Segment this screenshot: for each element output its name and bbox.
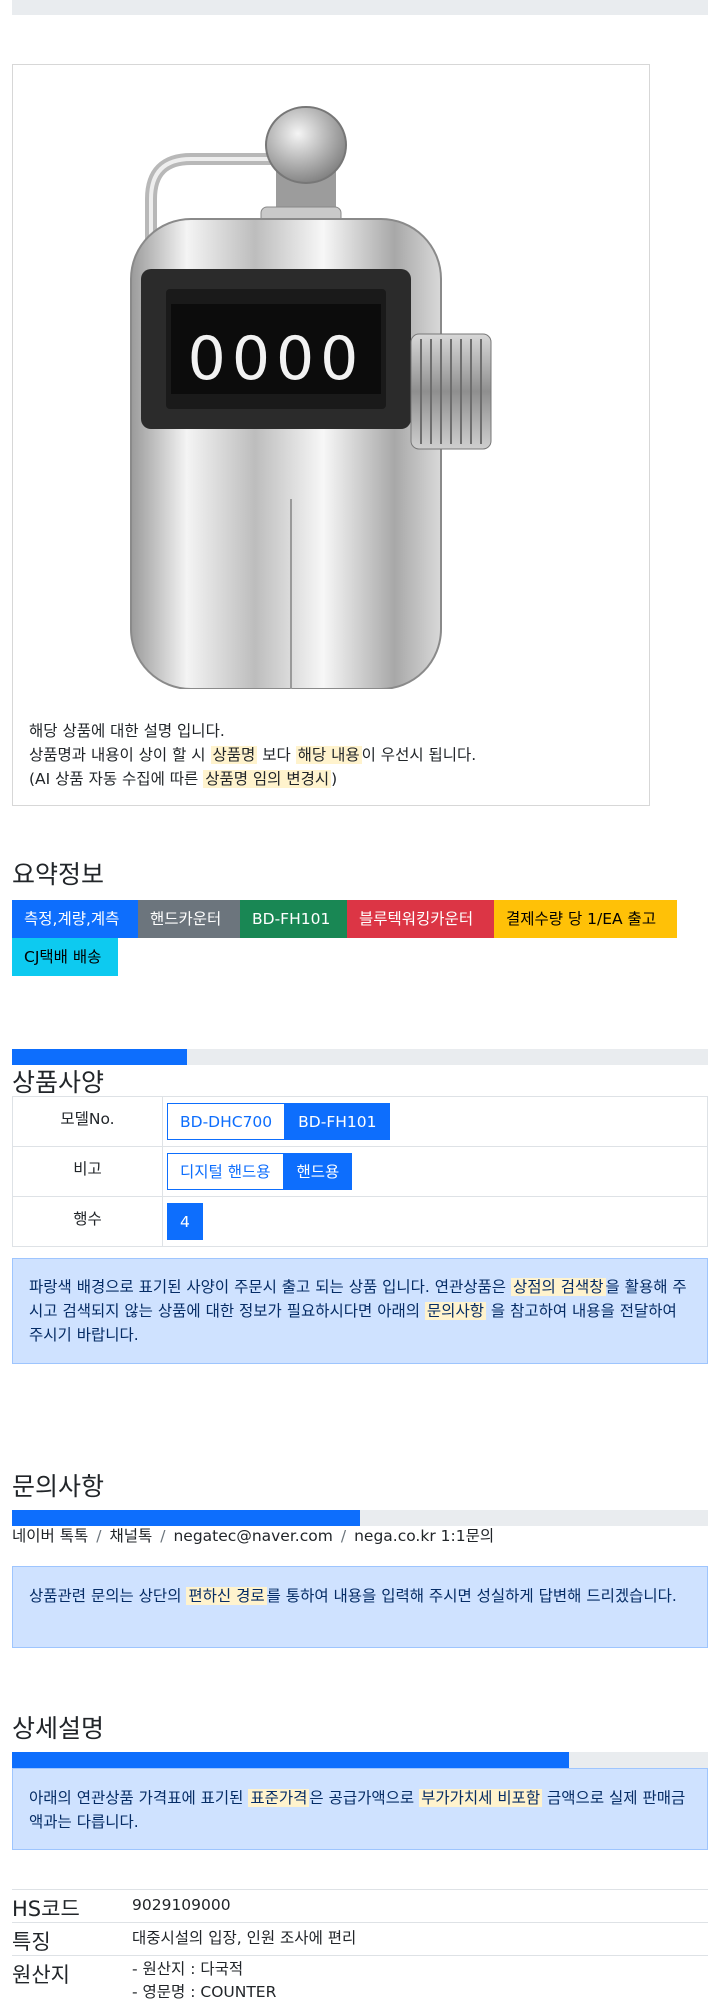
description-line: 해당 상품에 대한 설명 입니다. xyxy=(29,722,225,740)
model-badge[interactable]: BD-FH101 xyxy=(240,900,347,938)
product-description: 해당 상품에 대한 설명 입니다. 상품명과 내용이 상이 할 시 상품명 보다… xyxy=(29,719,476,791)
spec-row-digits: 행수 4 xyxy=(12,1196,708,1247)
shipping-badge: CJ택배 배송 xyxy=(12,938,118,976)
spec-progress-bar xyxy=(12,1049,708,1065)
product-photo-hand-counter: 0000 xyxy=(130,106,492,689)
brand-badge[interactable]: 블루텍워킹카운터 xyxy=(347,900,494,938)
contact-naver-talk[interactable]: 네이버 톡톡 xyxy=(12,1527,88,1545)
detail-progress-bar xyxy=(12,1752,708,1768)
detail-row-hs-code: HS코드 9029109000 xyxy=(12,1889,708,1922)
detail-notice: 아래의 연관상품 가격표에 표기된 표준가격 은 공급가액으로 부가가치세 비포함… xyxy=(12,1768,708,1850)
detail-key: HS코드 xyxy=(12,1897,80,1921)
detail-row-origin: 원산지 - 원산지 : 다국적 - 영문명 : COUNTER xyxy=(12,1955,708,2002)
product-image-card: 0000 해당 상품에 대한 설명 입니다. 상품명과 내용이 상이 할 시 상… xyxy=(12,64,650,806)
spec-row-note: 비고 디지털 핸드용 핸드용 xyxy=(12,1146,708,1197)
spec-title: 상품사양 xyxy=(12,1068,105,1097)
highlight: 상품명 xyxy=(210,746,258,764)
option-bd-fh101[interactable]: BD-FH101 xyxy=(285,1103,390,1140)
contact-breadcrumb: 네이버 톡톡 / 채널톡 / negatec@naver.com / nega.co.kr … xyxy=(12,1527,495,1545)
highlight: 편하신 경로 xyxy=(186,1587,267,1605)
detail-key: 원산지 xyxy=(12,1963,70,1987)
highlight: 표준가격 xyxy=(248,1789,310,1807)
type-badge[interactable]: 핸드카운터 xyxy=(138,900,240,938)
detail-value: - 원산지 : 다국적 - 영문명 : COUNTER xyxy=(132,1960,277,2001)
detail-title: 상세설명 xyxy=(12,1714,105,1743)
top-divider-bar xyxy=(12,0,708,15)
description-line: (AI 상품 자동 수집에 따른 상품명 임의 변경시) xyxy=(29,770,338,788)
progress-fill xyxy=(12,1752,569,1768)
category-badge[interactable]: 측정,계량,계측 xyxy=(12,900,138,938)
highlight: 상품명 임의 변경시 xyxy=(203,770,332,788)
highlight: 문의사항 xyxy=(424,1302,486,1320)
contact-email[interactable]: negatec@naver.com xyxy=(173,1527,332,1545)
inquiry-title: 문의사항 xyxy=(12,1472,105,1501)
detail-row-feature: 특징 대중시설의 입장, 인원 조사에 편리 xyxy=(12,1922,708,1955)
summary-title: 요약정보 xyxy=(12,860,105,889)
option-4[interactable]: 4 xyxy=(167,1203,203,1240)
detail-key: 특징 xyxy=(12,1930,51,1954)
spec-table: 모델No. BD-DHC700 BD-FH101 비고 디지털 핸드용 핸드용 행수… xyxy=(12,1096,708,1247)
spec-label: 모델No. xyxy=(12,1096,163,1147)
spec-label: 비고 xyxy=(12,1146,163,1197)
contact-site-inquiry[interactable]: nega.co.kr 1:1문의 xyxy=(354,1527,494,1545)
highlight: 해당 내용 xyxy=(295,746,362,764)
inquiry-notice: 상품관련 문의는 상단의 편하신 경로 를 통하여 내용을 입력해 주시면 성실하… xyxy=(12,1566,708,1648)
contact-channel-talk[interactable]: 채널톡 xyxy=(109,1527,152,1545)
highlight: 상점의 검색창 xyxy=(511,1278,606,1296)
spec-label: 행수 xyxy=(12,1196,163,1247)
description-line: 상품명과 내용이 상이 할 시 상품명 보다 해당 내용 이 우선시 됩니다. xyxy=(29,746,477,764)
option-hand[interactable]: 핸드용 xyxy=(283,1153,353,1190)
detail-value: 대중시설의 입장, 인원 조사에 편리 xyxy=(132,1929,357,1947)
highlight: 부가가치세 비포함 xyxy=(419,1789,543,1807)
quantity-badge: 결제수량 당 1/EA 출고 xyxy=(494,900,677,938)
option-bd-dhc700[interactable]: BD-DHC700 xyxy=(167,1103,286,1140)
spec-notice: 파랑색 배경으로 표기된 사양이 주문시 출고 되는 상품 입니다. 연관상품은… xyxy=(12,1258,708,1364)
counter-digits: 0000 xyxy=(188,324,365,394)
option-digital-hand[interactable]: 디지털 핸드용 xyxy=(167,1153,284,1190)
detail-value: 9029109000 xyxy=(132,1896,231,1914)
spec-row-model: 모델No. BD-DHC700 BD-FH101 xyxy=(12,1096,708,1147)
